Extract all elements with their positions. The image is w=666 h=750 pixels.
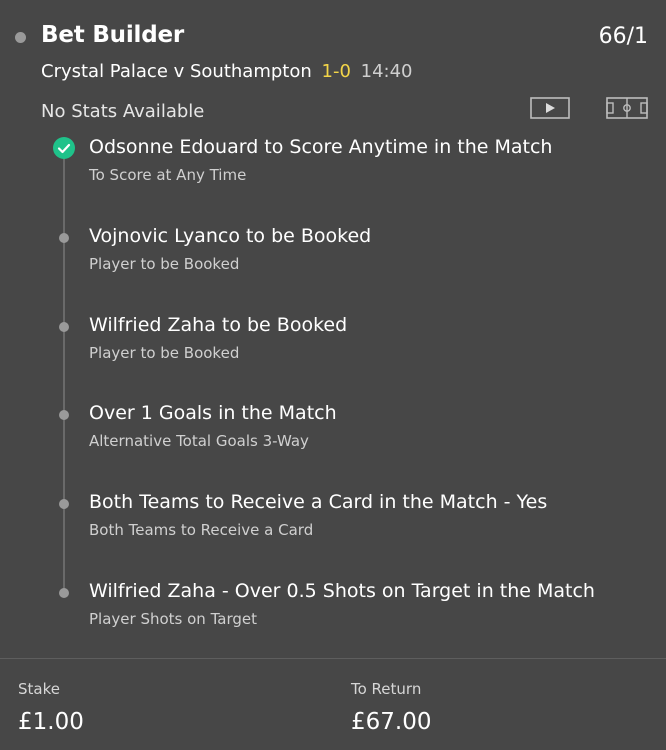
no-stats-message: No Stats Available	[41, 101, 205, 122]
leg-marker	[59, 322, 69, 332]
leg-market: To Score at Any Time	[89, 166, 247, 184]
leg-marker	[59, 588, 69, 598]
fixture-time: 14:40	[360, 61, 413, 82]
leg-marker	[59, 410, 69, 420]
leg-market: Player to be Booked	[89, 344, 240, 362]
return-label: To Return	[351, 680, 422, 698]
stake-label: Stake	[18, 680, 60, 698]
leg-selection: Both Teams to Receive a Card in the Matc…	[89, 491, 548, 513]
bet-footer: Stake £1.00 To Return £67.00	[0, 658, 666, 750]
pitch-icon[interactable]	[606, 97, 648, 119]
leg-marker	[59, 499, 69, 509]
leg-selection: Wilfried Zaha - Over 0.5 Shots on Target…	[89, 580, 595, 602]
leg-marker	[59, 233, 69, 243]
bet-title: Bet Builder	[41, 22, 185, 48]
bet-odds: 66/1	[598, 24, 648, 49]
leg-market: Player to be Booked	[89, 255, 240, 273]
return-value: £67.00	[351, 709, 432, 735]
fixture-score: 1-0	[321, 61, 351, 82]
leg-selection: Over 1 Goals in the Match	[89, 402, 337, 424]
leg-market: Both Teams to Receive a Card	[89, 521, 314, 539]
leg-market: Alternative Total Goals 3-Way	[89, 432, 309, 450]
bet-builder-card: Bet Builder 66/1 Crystal Palace v Southa…	[0, 0, 666, 750]
stake-value: £1.00	[18, 709, 84, 735]
leg-selection: Wilfried Zaha to be Booked	[89, 314, 348, 336]
leg-market: Player Shots on Target	[89, 610, 257, 628]
status-dot	[15, 32, 26, 43]
check-icon	[53, 137, 75, 159]
video-play-icon[interactable]	[530, 97, 570, 119]
fixture-teams: Crystal Palace v Southampton	[41, 61, 312, 82]
timeline-line	[63, 152, 65, 592]
fixture-line[interactable]: Crystal Palace v Southampton 1-0 14:40	[41, 61, 413, 82]
leg-selection: Odsonne Edouard to Score Anytime in the …	[89, 136, 553, 158]
leg-selection: Vojnovic Lyanco to be Booked	[89, 225, 372, 247]
